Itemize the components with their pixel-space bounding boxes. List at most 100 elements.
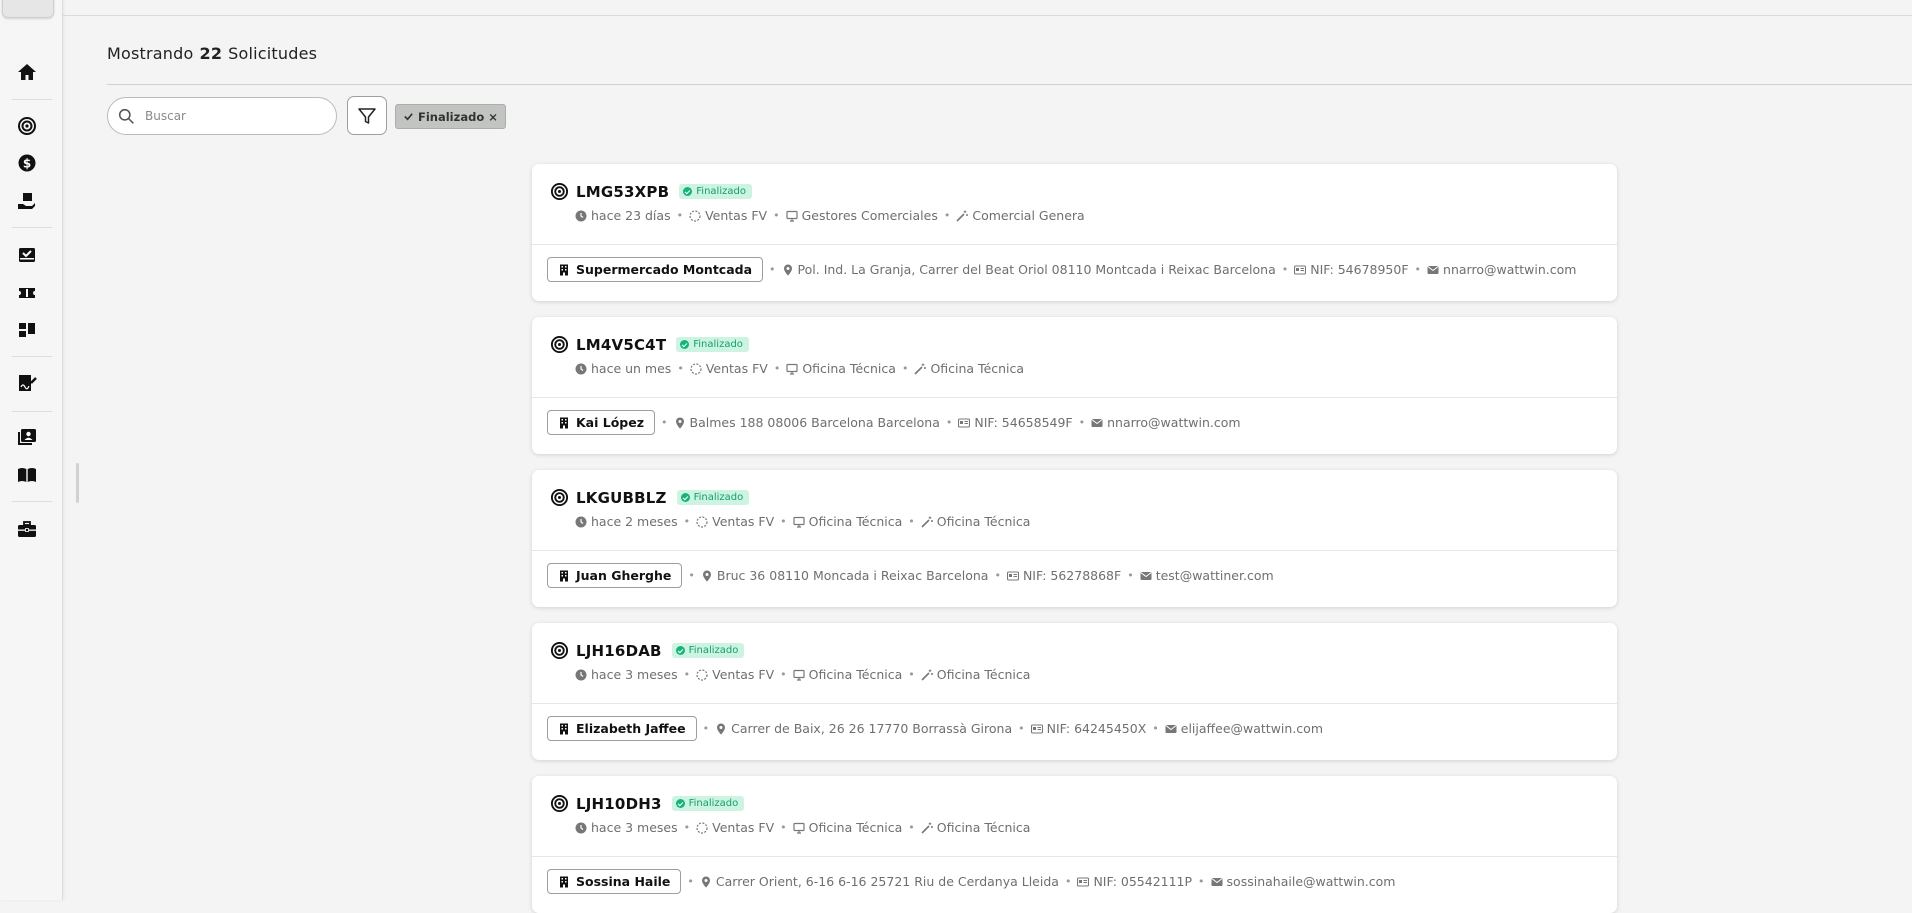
filter-button[interactable] (347, 96, 387, 135)
meta-separator: • (683, 515, 691, 528)
meta-separator: • (908, 821, 915, 834)
client-name: Sossina Haile (576, 874, 671, 889)
card-divider (532, 244, 1617, 245)
target-icon[interactable] (14, 113, 40, 139)
remove-filter-button[interactable]: × (488, 110, 498, 124)
check-icon (404, 113, 413, 121)
mail-icon (1427, 265, 1439, 274)
clock-icon (575, 669, 587, 680)
request-card[interactable]: LM4V5C4T Finalizado hace un mes • Ventas… (532, 317, 1617, 454)
meta-separator: • (994, 569, 1001, 582)
mail-icon (1211, 877, 1223, 886)
monitor-icon (793, 516, 805, 528)
card-divider (532, 550, 1617, 551)
active-filter-chip[interactable]: Finalizado × (395, 104, 506, 129)
document-sign-icon[interactable] (14, 370, 40, 396)
meta-separator: • (1152, 722, 1159, 735)
client-button[interactable]: Juan Gherghe (547, 563, 683, 588)
sidebar-divider (12, 411, 52, 412)
briefcase-icon[interactable] (14, 516, 40, 542)
meta-separator: • (780, 821, 787, 834)
check-circle-icon (683, 187, 693, 196)
meta-separator: • (769, 263, 776, 276)
meta-separator: • (1127, 569, 1134, 582)
request-card[interactable]: LJH16DAB Finalizado hace 3 meses • Venta… (532, 623, 1617, 760)
request-card[interactable]: LJH10DH3 Finalizado hace 3 meses • Venta… (532, 776, 1617, 913)
meta-separator: • (780, 668, 787, 681)
search-icon (118, 108, 134, 124)
home-icon[interactable] (14, 59, 40, 85)
request-card[interactable]: LMG53XPB Finalizado hace 23 días • Venta… (532, 164, 1617, 301)
loader-icon (696, 668, 708, 681)
request-type: Ventas FV (705, 208, 768, 223)
mail-icon (1165, 724, 1177, 733)
topbar-border (62, 15, 1912, 16)
request-team: Oficina Técnica (808, 514, 903, 529)
client-button[interactable]: Kai López (547, 410, 656, 435)
book-icon[interactable] (14, 462, 40, 488)
meta-separator: • (1064, 875, 1072, 888)
client-email[interactable]: test@wattiner.com (1156, 568, 1274, 583)
request-team: Gestores Comerciales (801, 208, 938, 223)
request-card[interactable]: LKGUBBLZ Finalizado hace 2 meses • Venta… (532, 470, 1617, 607)
request-code[interactable]: LM4V5C4T (576, 336, 666, 354)
active-filter-label: Finalizado (418, 109, 485, 124)
status-label: Finalizado (693, 339, 743, 350)
svg-text:$: $ (23, 157, 31, 171)
client-email[interactable]: nnarro@wattwin.com (1107, 415, 1240, 430)
status-badge: Finalizado (676, 337, 749, 352)
client-email[interactable]: nnarro@wattwin.com (1443, 262, 1576, 277)
request-code[interactable]: LMG53XPB (576, 183, 669, 201)
search-box[interactable] (107, 97, 337, 135)
client-button[interactable]: Supermercado Montcada (547, 257, 764, 282)
check-circle-icon (680, 340, 690, 349)
inbox-check-icon[interactable] (14, 242, 40, 268)
loader-icon (696, 515, 708, 528)
target-icon (550, 488, 569, 507)
client-button[interactable]: Elizabeth Jaffee (547, 716, 697, 741)
card-divider (532, 397, 1617, 398)
check-circle-icon (680, 493, 690, 502)
sidebar-resize-handle[interactable] (76, 463, 79, 503)
magic-wand-icon (921, 516, 933, 528)
request-code[interactable]: LJH10DH3 (576, 795, 662, 813)
clock-icon (575, 210, 587, 221)
request-role: Oficina Técnica (936, 667, 1031, 682)
request-code[interactable]: LJH16DAB (576, 642, 662, 660)
results-count-prefix: Mostrando (107, 44, 194, 63)
sidebar: $ (0, 0, 63, 900)
dashboard-icon[interactable] (14, 317, 40, 343)
request-type: Ventas FV (705, 361, 768, 376)
request-team: Oficina Técnica (802, 361, 896, 376)
status-badge: Finalizado (679, 184, 752, 199)
request-type: Ventas FV (712, 667, 775, 682)
contacts-icon[interactable] (14, 424, 40, 450)
sidebar-app-switcher[interactable] (2, 0, 54, 18)
hand-box-icon[interactable] (14, 188, 40, 214)
request-type: Ventas FV (712, 820, 775, 835)
location-pin-icon (675, 417, 684, 428)
ticket-icon[interactable] (14, 280, 40, 306)
results-count-number: 22 (199, 44, 223, 63)
meta-separator: • (945, 416, 953, 429)
client-email[interactable]: sossinahaile@wattwin.com (1227, 874, 1396, 889)
request-role: Oficina Técnica (930, 361, 1025, 376)
monitor-icon (793, 822, 805, 834)
meta-separator: • (1281, 263, 1289, 276)
client-button[interactable]: Sossina Haile (547, 869, 682, 894)
clock-icon (575, 822, 587, 833)
id-card-icon (958, 417, 971, 428)
request-time: hace 3 meses (591, 667, 678, 682)
meta-separator: • (676, 209, 684, 222)
check-circle-icon (675, 646, 685, 655)
dollar-icon[interactable]: $ (14, 150, 40, 176)
request-time: hace 23 días (591, 208, 671, 223)
request-code[interactable]: LKGUBBLZ (576, 489, 667, 507)
request-time: hace un mes (591, 361, 672, 376)
request-team: Oficina Técnica (808, 667, 903, 682)
meta-separator: • (780, 515, 787, 528)
client-address: Carrer Orient, 6-16 6-16 25721 Riu de Ce… (715, 874, 1059, 889)
status-badge: Finalizado (676, 490, 750, 505)
client-email[interactable]: elijaffee@wattwin.com (1181, 721, 1323, 736)
search-input[interactable] (143, 108, 317, 124)
